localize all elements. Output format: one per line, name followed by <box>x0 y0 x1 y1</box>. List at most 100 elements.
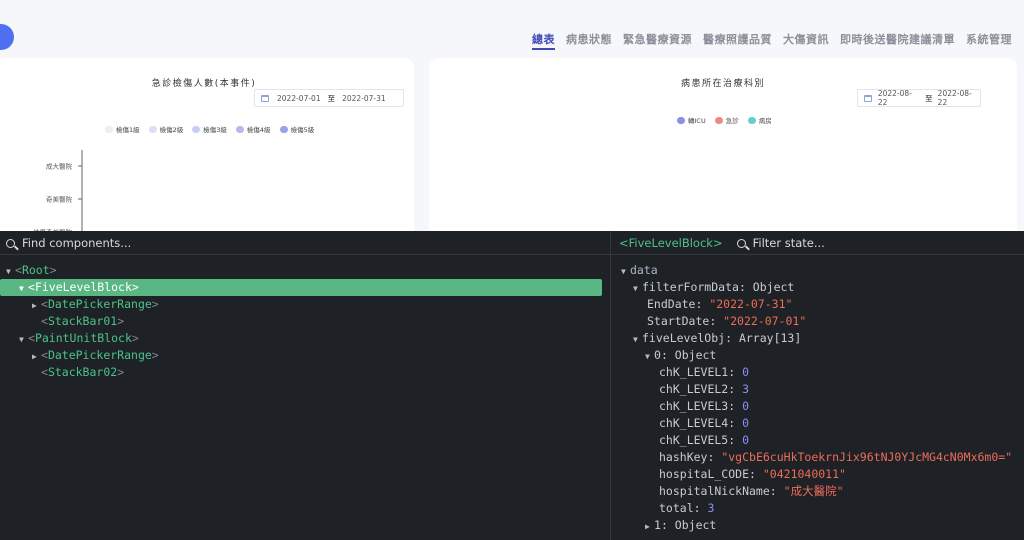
tag-bracket: > <box>151 297 159 311</box>
state-row[interactable]: ▼ fiveLevelObj: Array[13] <box>611 330 1024 347</box>
component-tree-node[interactable]: ▼ <Root> <box>0 262 610 279</box>
state-separator: : <box>660 518 675 532</box>
state-separator: : <box>693 501 708 515</box>
date-start[interactable]: 2022-08-22 <box>878 89 920 107</box>
legend-item[interactable]: 急診 <box>714 115 739 125</box>
collapsed-arrow-icon[interactable]: ▶ <box>32 348 41 365</box>
component-tree-node[interactable]: ▶ <DatePickerRange> <box>0 296 610 313</box>
nav-item[interactable]: 總表 <box>532 31 555 50</box>
state-key: 0 <box>654 348 661 362</box>
calendar-icon <box>864 94 872 102</box>
nav-item[interactable]: 病患狀態 <box>566 31 612 50</box>
state-separator: : <box>769 484 784 498</box>
nav-item[interactable]: 緊急醫療資源 <box>623 31 692 50</box>
y-tick-label: 奇美醫院 <box>46 195 73 204</box>
state-value[interactable]: "2022-07-31" <box>709 297 792 311</box>
state-value[interactable]: "2022-07-01" <box>723 314 806 328</box>
state-key: total <box>659 501 694 515</box>
state-value[interactable]: Array[13] <box>739 331 801 345</box>
state-key: fiveLevelObj <box>642 331 726 345</box>
state-row[interactable]: chK_LEVEL4: 0 <box>611 415 1024 432</box>
state-value[interactable]: 0 <box>742 433 749 447</box>
state-row[interactable]: chK_LEVEL5: 0 <box>611 432 1024 449</box>
expanded-arrow-icon[interactable]: ▼ <box>633 331 642 348</box>
state-value[interactable]: 0 <box>742 416 749 430</box>
state-value[interactable]: 0 <box>742 399 749 413</box>
expanded-arrow-icon[interactable]: ▼ <box>19 331 28 348</box>
component-tree-pane: Find components... ▼ <Root> ▼ <FiveLevelBlo… <box>0 231 611 540</box>
state-value[interactable]: "vgCbE6cuHkToekrnJix96tNJ0YJcMG4cN0Mx6m0… <box>721 450 1012 464</box>
state-row[interactable]: chK_LEVEL2: 3 <box>611 381 1024 398</box>
state-row[interactable]: hospitaL_CODE: "0421040011" <box>611 466 1024 483</box>
expanded-arrow-icon[interactable]: ▼ <box>645 348 654 365</box>
tag-bracket: > <box>49 263 57 277</box>
state-row[interactable]: hashKey: "vgCbE6cuHkToekrnJix96tNJ0YJcMG… <box>611 449 1024 466</box>
collapsed-arrow-icon[interactable]: ▶ <box>645 518 654 535</box>
state-row[interactable]: chK_LEVEL1: 0 <box>611 364 1024 381</box>
legend-item[interactable]: 病房 <box>747 115 772 125</box>
expanded-arrow-icon[interactable]: ▼ <box>633 280 642 297</box>
date-range-picker[interactable]: 2022-08-22 至 2022-08-22 <box>857 89 981 107</box>
nav-item[interactable]: 醫療照護品質 <box>703 31 772 50</box>
state-row[interactable]: ▼ 0: Object <box>611 347 1024 364</box>
state-row[interactable]: total: 3 <box>611 500 1024 517</box>
tag-bracket: > <box>151 348 159 362</box>
state-header: <FiveLevelBlock> Filter state... <box>619 231 825 255</box>
state-separator: : <box>749 467 763 481</box>
tag-bracket: > <box>131 331 139 345</box>
state-row[interactable]: EndDate: "2022-07-31" <box>611 296 1024 313</box>
state-separator: : <box>728 399 743 413</box>
nav-item[interactable]: 即時後送醫院建議清單 <box>840 31 955 50</box>
app-logo[interactable] <box>0 24 14 50</box>
state-row[interactable]: hospitalNickName: "成大醫院" <box>611 483 1024 500</box>
state-key: filterFormData <box>642 280 739 294</box>
selected-component-title: <FiveLevelBlock> <box>619 236 723 250</box>
filter-state-input[interactable]: Filter state... <box>753 236 825 250</box>
state-value[interactable]: Object <box>753 280 795 294</box>
tag-bracket: < <box>15 263 22 277</box>
dashboard-app: 總表 病患狀態 緊急醫療資源 醫療照護品質 大傷資訊 即時後送醫院建議清單 系統管理 急診檢… <box>0 0 1024 231</box>
state-separator: : <box>725 331 739 345</box>
tag-bracket: < <box>28 331 35 345</box>
tag-bracket: < <box>41 314 48 328</box>
state-value[interactable]: 3 <box>707 501 714 515</box>
state-row[interactable]: ▼ filterFormData: Object <box>611 279 1024 296</box>
component-tree-node[interactable]: ▶ <DatePickerRange> <box>0 347 610 364</box>
state-value[interactable]: "0421040011" <box>763 467 846 481</box>
legend-item[interactable]: 轉ICU <box>677 115 706 125</box>
state-separator: : <box>728 382 743 396</box>
nav-item[interactable]: 系統管理 <box>966 31 1012 50</box>
search-input[interactable]: Find components... <box>22 236 131 250</box>
state-row[interactable]: chK_LEVEL3: 0 <box>611 398 1024 415</box>
state-row[interactable]: ▶ 1: Object <box>611 517 1024 534</box>
vue-devtools-panel: Find components... ▼ <Root> ▼ <FiveLevelBlo… <box>0 231 1024 540</box>
top-nav: 總表 病患狀態 緊急醫療資源 醫療照護品質 大傷資訊 即時後送醫院建議清單 系統管理 <box>532 31 1012 50</box>
state-separator: : <box>728 433 743 447</box>
state-row[interactable]: StartDate: "2022-07-01" <box>611 313 1024 330</box>
component-tree-node[interactable]: <StackBar02> <box>0 364 610 381</box>
component-tree-node[interactable]: ▼ <PaintUnitBlock> <box>0 330 610 347</box>
date-end[interactable]: 2022-08-22 <box>938 89 980 107</box>
state-value[interactable]: 0 <box>742 365 749 379</box>
collapsed-arrow-icon[interactable]: ▶ <box>32 297 41 314</box>
search-icon <box>736 238 746 248</box>
state-separator: : <box>728 365 743 379</box>
state-value[interactable]: Object <box>675 348 717 362</box>
state-value[interactable]: "成大醫院" <box>784 484 844 498</box>
state-separator: : <box>707 450 722 464</box>
state-key: hospitalNickName <box>659 484 770 498</box>
tag-bracket: < <box>41 365 48 379</box>
component-name: DatePickerRange <box>47 348 152 362</box>
state-row[interactable]: ▼ data <box>611 262 1024 279</box>
nav-item[interactable]: 大傷資訊 <box>783 31 829 50</box>
expanded-arrow-icon[interactable]: ▼ <box>19 280 28 297</box>
component-tree-node[interactable]: <StackBar01> <box>0 313 610 330</box>
tag-bracket: < <box>28 280 35 294</box>
expanded-arrow-icon[interactable]: ▼ <box>6 263 15 280</box>
state-value[interactable]: 3 <box>742 382 749 396</box>
find-components-search[interactable]: Find components... <box>6 231 131 255</box>
state-key: hashKey <box>659 450 708 464</box>
expanded-arrow-icon[interactable]: ▼ <box>621 263 630 280</box>
component-tree-node[interactable]: ▼ <FiveLevelBlock> <box>0 279 602 296</box>
state-value[interactable]: Object <box>675 518 717 532</box>
